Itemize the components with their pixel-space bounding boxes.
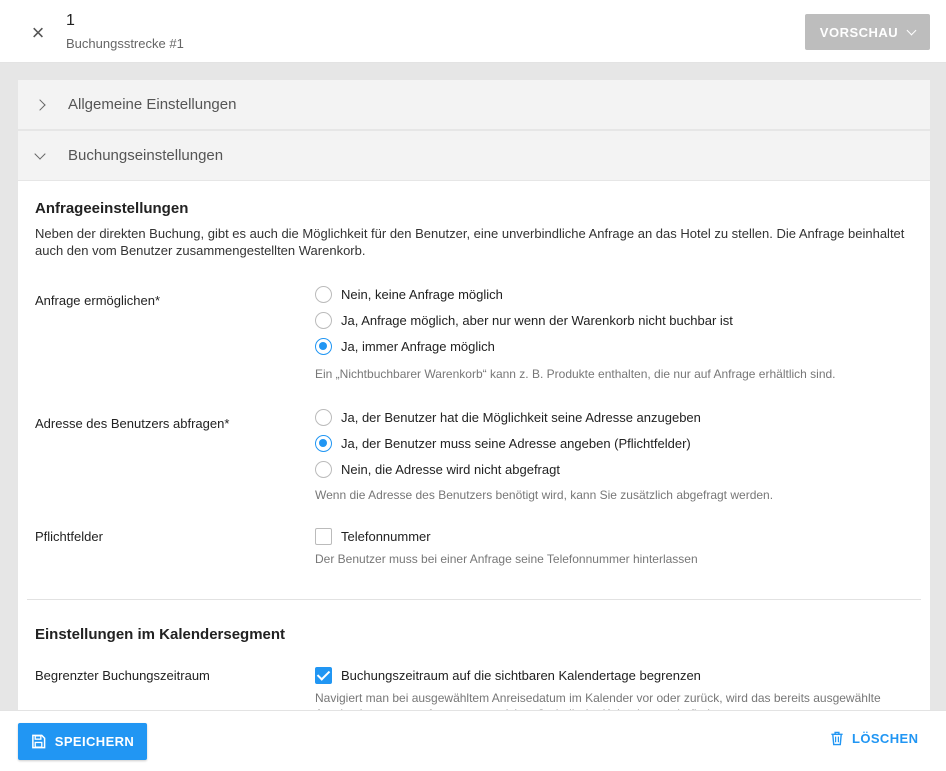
address-option-0[interactable]: Ja, der Benutzer hat die Möglichkeit sei… bbox=[315, 409, 701, 426]
section-divider bbox=[27, 599, 921, 600]
delete-button-label: LÖSCHEN bbox=[852, 731, 919, 746]
radio-button[interactable] bbox=[315, 461, 332, 478]
save-button[interactable]: SPEICHERN bbox=[18, 723, 147, 760]
save-icon bbox=[31, 734, 46, 749]
content-area[interactable]: Allgemeine Einstellungen Buchungseinstel… bbox=[0, 64, 946, 710]
accordion-booking-header[interactable]: Buchungseinstellungen bbox=[18, 131, 930, 180]
enable-inquiry-label: Anfrage ermöglichen* bbox=[35, 293, 161, 308]
enable-option-0[interactable]: Nein, keine Anfrage möglich bbox=[315, 286, 503, 303]
phone-hint: Der Benutzer muss bei einer Anfrage sein… bbox=[315, 552, 698, 566]
dialog-footer: SPEICHERN LÖSCHEN bbox=[0, 710, 946, 771]
address-label: Adresse des Benutzers abfragen* bbox=[35, 416, 230, 431]
address-option-label: Nein, die Adresse wird nicht abgefragt bbox=[341, 462, 560, 477]
enable-option-1[interactable]: Ja, Anfrage möglich, aber nur wenn der W… bbox=[315, 312, 733, 329]
enable-option-label: Nein, keine Anfrage möglich bbox=[341, 287, 503, 302]
radio-button[interactable] bbox=[315, 409, 332, 426]
booking-settings-panel: Anfrageeinstellungen Neben der direkten … bbox=[18, 181, 930, 710]
limit-period-label: Begrenzter Buchungszeitraum bbox=[35, 668, 210, 683]
address-option-label: Ja, der Benutzer hat die Möglichkeit sei… bbox=[341, 410, 701, 425]
radio-button[interactable] bbox=[315, 312, 332, 329]
address-option-1[interactable]: Ja, der Benutzer muss seine Adresse ange… bbox=[315, 435, 691, 452]
preview-button[interactable]: VORSCHAU bbox=[805, 14, 930, 50]
dialog-subtitle: Buchungsstrecke #1 bbox=[66, 36, 184, 51]
close-icon[interactable]: × bbox=[28, 22, 48, 44]
delete-button[interactable]: LÖSCHEN bbox=[830, 731, 918, 746]
accordion-booking-label: Buchungseinstellungen bbox=[68, 147, 224, 164]
chevron-down-icon bbox=[906, 25, 917, 35]
preview-button-label: VORSCHAU bbox=[819, 24, 899, 40]
chevron-down-icon bbox=[34, 147, 46, 160]
accordion-booking[interactable]: Buchungseinstellungen bbox=[18, 131, 930, 180]
address-hint: Wenn die Adresse des Benutzers benötigt … bbox=[315, 488, 774, 502]
accordion-general-label: Allgemeine Einstellungen bbox=[68, 96, 237, 113]
accordion-general-header[interactable]: Allgemeine Einstellungen bbox=[18, 80, 930, 129]
chevron-right-icon bbox=[34, 98, 46, 111]
accordion-general[interactable]: Allgemeine Einstellungen bbox=[18, 80, 930, 129]
limit-checkbox[interactable] bbox=[315, 667, 332, 684]
calendar-section-title: Einstellungen im Kalendersegment bbox=[35, 626, 286, 643]
dialog-header: × 1 Buchungsstrecke #1 VORSCHAU bbox=[0, 0, 946, 63]
limit-checkbox-label: Buchungszeitraum auf die sichtbaren Kale… bbox=[341, 668, 701, 683]
radio-button[interactable] bbox=[315, 286, 332, 303]
limit-checkbox-row[interactable]: Buchungszeitraum auf die sichtbaren Kale… bbox=[315, 667, 701, 684]
dialog-title: 1 bbox=[66, 12, 75, 29]
required-fields-label: Pflichtfelder bbox=[35, 529, 103, 544]
inquiry-description: Neben der direkten Buchung, gibt es auch… bbox=[35, 226, 905, 258]
trash-icon bbox=[831, 731, 843, 746]
enable-option-label: Ja, immer Anfrage möglich bbox=[341, 339, 495, 354]
phone-checkbox-label: Telefonnummer bbox=[341, 529, 431, 544]
address-option-2[interactable]: Nein, die Adresse wird nicht abgefragt bbox=[315, 461, 560, 478]
radio-button-selected[interactable] bbox=[315, 435, 332, 452]
radio-button-selected[interactable] bbox=[315, 338, 332, 355]
save-button-label: SPEICHERN bbox=[54, 734, 135, 749]
enable-hint: Ein „Nichtbuchbarer Warenkorb“ kann z. B… bbox=[315, 367, 836, 381]
enable-option-2[interactable]: Ja, immer Anfrage möglich bbox=[315, 338, 495, 355]
inquiry-section-title: Anfrageeinstellungen bbox=[35, 200, 189, 217]
enable-option-label: Ja, Anfrage möglich, aber nur wenn der W… bbox=[341, 313, 733, 328]
phone-checkbox[interactable] bbox=[315, 528, 332, 545]
address-option-label: Ja, der Benutzer muss seine Adresse ange… bbox=[341, 436, 691, 451]
phone-checkbox-row[interactable]: Telefonnummer bbox=[315, 528, 431, 545]
limit-hint: Navigiert man bei ausgewähltem Anreiseda… bbox=[315, 691, 881, 710]
